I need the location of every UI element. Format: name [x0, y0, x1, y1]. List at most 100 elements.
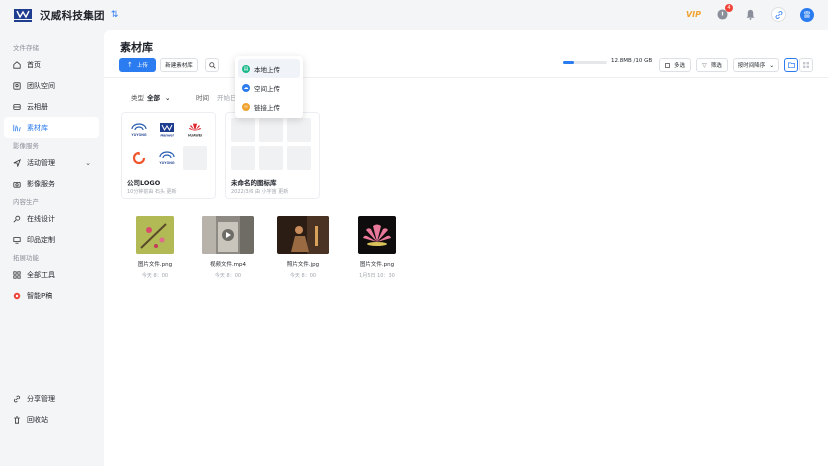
logo-grid: YUYONG Hanwei HUAWEI YUYONG: [127, 118, 207, 170]
photo-thumbnail: [277, 216, 329, 254]
chevron-down-icon: ⌄: [165, 94, 171, 102]
sidebar-item-label: 影像服务: [27, 179, 55, 188]
huawei-logo-text: HUAWEI: [188, 134, 202, 138]
upload-dropdown: ▤ 本地上传 ☁ 空间上传 ∞ 链接上传: [235, 56, 303, 118]
sidebar-item-team-space[interactable]: 团队空间: [4, 75, 99, 96]
storage-text: 12.8MB /10 GB: [611, 58, 653, 64]
storage-bar-fill: [563, 61, 574, 64]
link-icon[interactable]: [771, 7, 786, 22]
menu-item-link-upload[interactable]: ∞ 链接上传: [238, 97, 300, 116]
sidebar-item-imaging[interactable]: 影像服务: [4, 173, 99, 194]
multi-select-label: 多选: [673, 63, 685, 69]
yuyong-logo: YUYONG: [127, 118, 151, 142]
funnel-icon: ▽: [702, 61, 707, 69]
chevron-down-icon: ⌄: [769, 61, 775, 69]
huawei-logo: HUAWEI: [183, 118, 207, 142]
file-item[interactable]: 图片文件.png 今天 8：00: [125, 216, 185, 279]
file-date: 今天 8：00: [141, 273, 169, 279]
arrow-up-icon: ↑: [127, 61, 133, 69]
empty-cell: [183, 146, 207, 170]
sidebar-item-smart-p[interactable]: 智能P稿: [4, 285, 99, 306]
file-name: 视频文件.mp4: [209, 262, 247, 268]
sidebar-item-label: 素材库: [27, 123, 48, 132]
multi-select-button[interactable]: 多选: [659, 58, 691, 72]
sidebar-item-recycle-bin[interactable]: 回收站: [4, 409, 103, 430]
time-filter-label: 时间: [196, 94, 209, 102]
hanwei-logo: Hanwei: [155, 118, 179, 142]
storage-bar: [563, 61, 607, 64]
sidebar-item-cloud-album[interactable]: 云相册: [4, 96, 99, 117]
sidebar-item-online-design[interactable]: 在线设计: [4, 208, 99, 229]
brush-icon: [13, 215, 21, 222]
album-icon: [13, 103, 21, 110]
camera-icon: [13, 181, 21, 188]
trash-icon: [14, 415, 20, 424]
file-item[interactable]: 照片文件.jpg 今天 8：00: [273, 216, 333, 279]
type-filter-label: 类型: [131, 94, 144, 102]
sidebar-item-label: 智能P稿: [27, 291, 53, 300]
library-name: 公司LOGO: [127, 179, 161, 187]
folder-view-button[interactable]: [784, 58, 798, 72]
time-start-input[interactable]: 开始日: [217, 92, 237, 102]
empty-cell: [231, 118, 255, 142]
message-icon[interactable]: 4: [715, 3, 733, 22]
toolbar-divider: [104, 77, 828, 78]
material-icon: [13, 124, 21, 131]
empty-cell: [259, 118, 283, 142]
file-date: 1月5日 10：30: [359, 273, 395, 279]
menu-item-label: 链接上传: [254, 103, 280, 112]
sidebar-item-label: 印品定制: [27, 235, 55, 244]
sidebar-item-label: 全部工具: [27, 270, 55, 279]
new-library-button[interactable]: 新建素材库: [160, 58, 198, 72]
sidebar-item-material-library[interactable]: 素材库: [4, 117, 99, 138]
grid-view-button[interactable]: [799, 58, 813, 72]
image-thumbnail: [358, 216, 396, 254]
sort-select[interactable]: 按时间降序 ⌄: [733, 58, 779, 72]
checkbox-icon: [664, 62, 670, 68]
swap-icon[interactable]: ⇅: [111, 10, 119, 20]
sidebar-item-print[interactable]: 印品定制: [4, 229, 99, 250]
yuyong-logo: YUYONG: [155, 146, 179, 170]
sidebar-item-activity[interactable]: 活动管理 ⌄: [4, 152, 99, 173]
filter-button[interactable]: ▽ 筛选: [696, 58, 728, 72]
upload-button[interactable]: ↑ 上传: [119, 58, 156, 72]
sidebar-item-all-tools[interactable]: 全部工具: [4, 264, 99, 285]
filter-label: 筛选: [710, 63, 722, 69]
file-item[interactable]: 图片文件.png 1月5日 10：30: [347, 216, 407, 279]
library-name: 未命名的图标库: [231, 179, 277, 187]
sidebar-section-title: 文件存储: [13, 44, 39, 52]
grid-icon: [13, 270, 21, 279]
sidebar-section-title: 内容生产: [13, 198, 39, 206]
cloud-icon: ☁: [242, 83, 250, 92]
type-filter-select[interactable]: 全部 ⌄: [147, 92, 170, 102]
menu-item-space-upload[interactable]: ☁ 空间上传: [238, 78, 300, 97]
search-button[interactable]: [205, 58, 219, 72]
company-name: 汉威科技集团: [40, 9, 105, 22]
sidebar-section-title: 影像服务: [13, 142, 39, 150]
swirl-logo: [127, 146, 151, 170]
sidebar-item-share[interactable]: 分享管理: [4, 388, 103, 409]
vip-icon[interactable]: VIP: [686, 10, 701, 19]
bell-icon[interactable]: [743, 8, 757, 22]
home-icon: [13, 60, 21, 69]
menu-item-label: 空间上传: [254, 84, 280, 93]
yuyong-logo-text: YUYONG: [159, 161, 174, 165]
sidebar: 文件存储 首页 团队空间 云相册 素材库 影像服务 活动管理 ⌄ 影像服务 内容…: [0, 30, 104, 466]
share-link-icon: [14, 395, 20, 402]
library-card-company-logo[interactable]: YUYONG Hanwei HUAWEI YUYONG 公司LOGO 10分钟前…: [121, 112, 216, 199]
library-card-unnamed[interactable]: 未命名的图标库 2022/3/6 由 小宇宙 更新: [225, 112, 320, 199]
print-icon: [13, 236, 21, 244]
sidebar-item-label: 回收站: [27, 415, 48, 424]
sidebar-item-home[interactable]: 首页: [4, 54, 99, 75]
yuyong-logo-text: YUYONG: [131, 133, 146, 137]
file-date: 今天 8：00: [214, 273, 242, 279]
sort-label: 按时间降序: [737, 63, 766, 69]
file-item[interactable]: 视频文件.mp4 今天 8：00: [198, 216, 258, 279]
top-bar: 汉威科技集团 ⇅ VIP 4 雷: [0, 0, 828, 30]
file-name: 图片文件.png: [137, 262, 173, 268]
menu-item-local-upload[interactable]: ▤ 本地上传: [238, 59, 300, 78]
upload-label: 上传: [136, 63, 148, 69]
chevron-down-icon[interactable]: ⌄: [85, 159, 91, 167]
avatar[interactable]: 雷: [800, 7, 814, 22]
empty-cell: [287, 118, 311, 142]
